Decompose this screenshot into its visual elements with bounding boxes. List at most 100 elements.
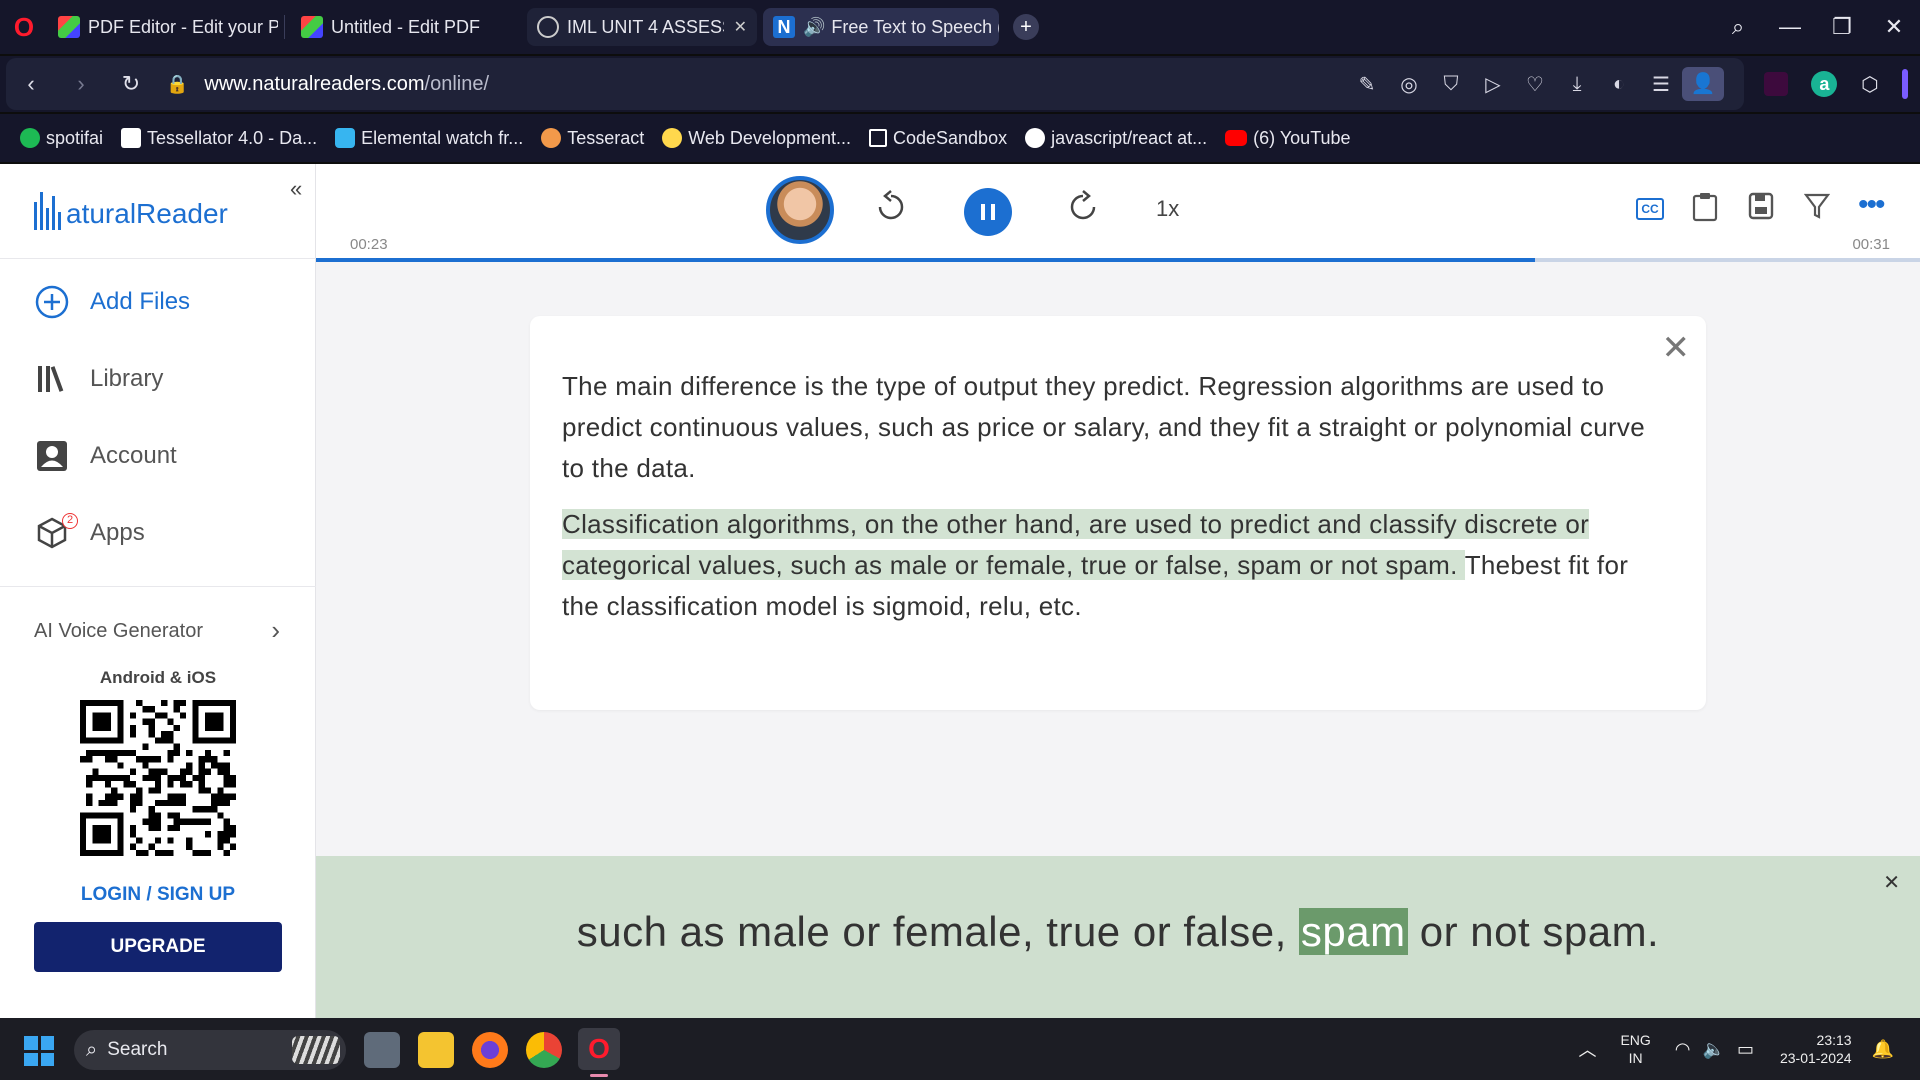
aria-extension-icon[interactable]: a [1811,71,1838,97]
zebra-search-highlight-icon [292,1036,340,1064]
current-time: 00:23 [350,236,388,253]
reload-icon[interactable]: ↻ [106,71,156,97]
github-icon [1025,128,1046,148]
bookmark-javascript-react[interactable]: javascript/react at... [1025,128,1207,149]
tab-label: Free Text to Speech ( [831,16,999,37]
minimize-icon[interactable]: — [1764,14,1816,40]
url-field[interactable]: 🔒 www.naturalreaders.com /online/ [166,73,489,96]
bookmark-tessellator[interactable]: Tessellator 4.0 - Da... [121,128,317,149]
easy-setup-icon[interactable]: ☰ [1640,72,1682,97]
player-toolbar: 1x CC ••• 00:23 00:31 [316,164,1920,262]
send-icon[interactable]: ▷ [1472,72,1514,97]
rewind-icon[interactable] [876,188,906,230]
wifi-icon[interactable]: ◠ [1675,1039,1691,1060]
tab-iml-unit-4[interactable]: IML UNIT 4 ASSESSM ✕ [527,8,757,46]
battery-saver-icon[interactable]: ◐ [1598,73,1640,96]
clock-date: 23-01-2024 [1779,1050,1852,1066]
language-indicator[interactable]: ENG IN [1620,1031,1650,1067]
clipboard-icon[interactable] [1692,192,1718,229]
live-caption-panel: ✕ such as male or female, true or false,… [316,856,1920,1018]
edit-page-icon[interactable]: ✎ [1346,72,1388,97]
address-bar-actions: ✎ ◎ ⛉ ▷ ♡ ⤓ ◐ ☰ 👤 [1346,58,1724,110]
sidebar-item-library[interactable]: Library [34,361,163,397]
restore-icon[interactable]: ❐ [1816,14,1868,40]
sidebar-item-add-files[interactable]: Add Files [34,284,190,320]
close-window-icon[interactable]: ✕ [1868,14,1920,40]
login-separator: / [141,884,157,905]
taskbar-search-label: Search [107,1039,168,1060]
close-document-icon[interactable]: ✕ [1662,328,1691,368]
collapse-sidebar-icon[interactable]: « [290,176,302,202]
pdf-editor-favicon-icon [301,16,323,38]
bookmark-spotifai[interactable]: spotifai [20,128,103,149]
back-icon[interactable]: ‹ [6,71,56,97]
more-options-icon[interactable]: ••• [1858,188,1885,222]
heart-icon[interactable]: ♡ [1514,72,1556,97]
logo-text: aturalReader [66,198,228,229]
windows-start-icon[interactable] [24,1036,54,1066]
filter-icon[interactable] [1803,192,1831,227]
battery-icon[interactable]: ▭ [1737,1039,1754,1060]
notification-bell-icon[interactable]: 🔔 [1872,1039,1894,1060]
upgrade-button[interactable]: UPGRADE [34,922,282,972]
camera-icon[interactable]: ◎ [1388,72,1430,97]
tab-pdf-editor[interactable]: PDF Editor - Edit your Pl [48,8,278,46]
opera-taskbar-icon[interactable]: O [578,1028,620,1070]
bookmark-elemental-watch[interactable]: Elemental watch fr... [335,128,523,149]
tessellator-icon [121,128,142,148]
chrome-icon[interactable] [526,1032,562,1068]
captions-cc-icon[interactable]: CC [1636,198,1664,220]
window-controls: ⌕ — ❐ ✕ [1712,0,1920,54]
forward-icon[interactable] [1068,188,1098,230]
sidebar-item-account[interactable]: Account [34,438,177,474]
clock[interactable]: 23:13 23-01-2024 [1780,1031,1852,1067]
taskbar-search[interactable]: ⌕ Search [74,1030,346,1070]
extensions-area: a ⬡ [1752,56,1920,112]
firefox-icon[interactable] [472,1032,508,1068]
naturalreader-logo[interactable]: aturalReader [34,192,228,230]
save-icon[interactable] [1748,192,1774,227]
bookmark-web-development[interactable]: Web Development... [662,128,851,149]
bookmark-label: Elemental watch fr... [361,127,524,148]
login-link[interactable]: LOGIN [81,884,141,905]
platforms-label: Android & iOS [99,668,217,687]
chevron-right-icon: › [271,615,280,645]
playback-progress-bar[interactable] [316,258,1920,262]
caption-before: such as male or female, true or false, [576,908,1299,955]
close-caption-icon[interactable]: ✕ [1883,870,1900,895]
signup-link[interactable]: SIGN UP [157,884,235,905]
app-download-qr-code[interactable] [80,700,236,856]
bookmark-codesandbox[interactable]: CodeSandbox [868,128,1007,149]
pause-button[interactable] [964,188,1012,236]
calculator-app-icon[interactable] [364,1032,400,1068]
chevron-up-icon[interactable]: ︿ [1578,1036,1596,1062]
sidebar-item-apps[interactable]: 2 Apps [34,513,145,551]
opera-menu-icon[interactable]: O [0,0,48,54]
tab-search-icon[interactable]: ⌕ [1712,14,1764,40]
document-paragraph[interactable]: Classification algorithms, on the other … [562,504,1672,627]
voice-avatar[interactable] [766,176,834,244]
profile-icon[interactable]: 👤 [1682,67,1724,101]
sidebar-item-label: Library [90,365,164,392]
shield-icon[interactable]: ⛉ [1430,73,1472,96]
bookmark-youtube[interactable]: (6) YouTube [1225,128,1351,149]
tab-free-text-to-speech[interactable]: N 🔊 Free Text to Speech ( [763,8,999,46]
login-signup: LOGIN / SIGN UP [0,884,316,906]
ai-voice-generator-label: AI Voice Generator [34,620,203,642]
extensions-cube-icon[interactable]: ⬡ [1861,72,1878,97]
document-paragraph[interactable]: The main difference is the type of outpu… [562,366,1672,489]
volume-icon[interactable]: 🔈 [1703,1039,1725,1060]
ai-voice-generator-link[interactable]: AI Voice Generator › [34,615,280,645]
new-tab-button[interactable]: + [1013,14,1039,40]
web-dev-icon [662,128,683,148]
tab-untitled-edit-pdf[interactable]: Untitled - Edit PDF [291,8,521,46]
url-path: /online/ [424,72,490,95]
download-icon[interactable]: ⤓ [1556,73,1598,96]
playback-speed[interactable]: 1x [1156,196,1179,222]
close-tab-icon[interactable]: ✕ [734,17,747,37]
extension-icon[interactable] [1763,72,1788,96]
bookmark-tesseract[interactable]: Tesseract [541,128,644,149]
file-explorer-icon[interactable] [418,1032,454,1068]
bookmark-label: Tesseract [567,127,645,148]
forward-icon[interactable]: › [56,71,106,97]
